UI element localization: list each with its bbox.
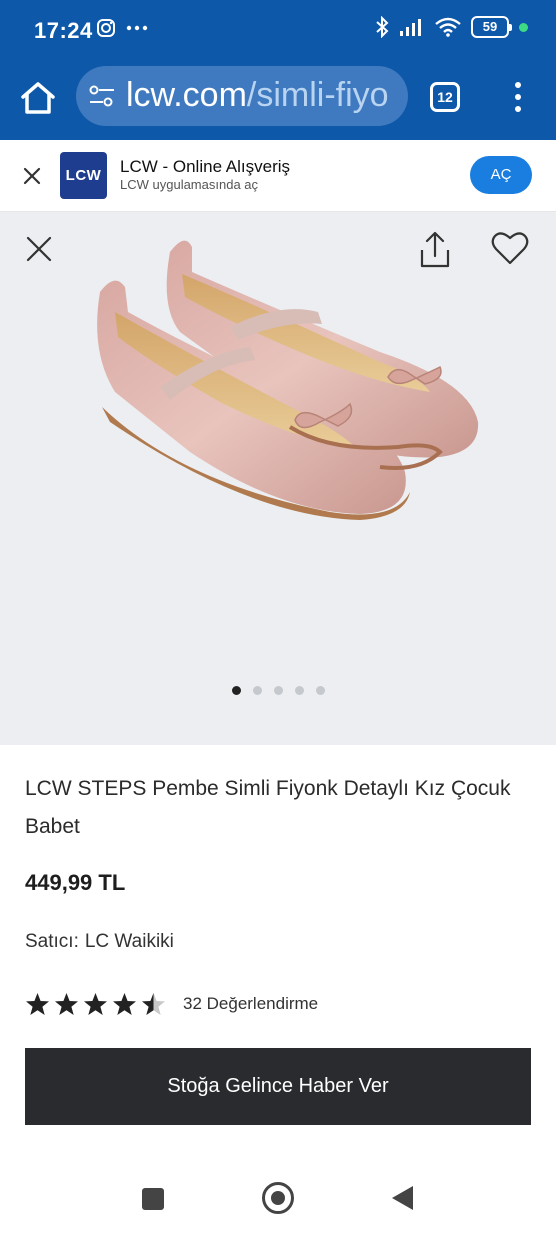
close-icon[interactable]: [20, 164, 44, 188]
browser-chrome: 17:24 59 lcw.com/simli-fiyo 12: [0, 0, 556, 140]
product-gallery[interactable]: [0, 212, 556, 745]
pagination-dot[interactable]: [231, 686, 241, 695]
address-bar[interactable]: lcw.com/simli-fiyo: [76, 66, 408, 126]
tab-switcher-button[interactable]: 12: [430, 82, 460, 112]
home-circle-icon[interactable]: [262, 1182, 294, 1214]
product-rating[interactable]: 32 Değerlendirme: [25, 991, 318, 1017]
star-icon: [84, 992, 107, 1015]
status-right-icons: 59: [375, 16, 528, 38]
pagination-dot[interactable]: [315, 686, 325, 695]
star-icon: [55, 992, 78, 1015]
bluetooth-icon: [376, 16, 389, 38]
product-image: [97, 240, 479, 520]
rating-stars: [25, 992, 166, 1017]
url-bar-row: lcw.com/simli-fiyo 12: [0, 60, 556, 138]
privacy-indicator: [519, 22, 528, 32]
share-icon[interactable]: [418, 230, 452, 270]
status-time: 17:24: [34, 18, 93, 43]
pagination-dot[interactable]: [252, 686, 262, 695]
status-left-icons: [96, 18, 148, 38]
seller-name-link[interactable]: LC Waikiki: [85, 931, 174, 952]
status-bar: 17:24 59: [0, 0, 556, 60]
star-icon: [26, 992, 49, 1015]
url-text[interactable]: lcw.com/simli-fiyo: [126, 76, 389, 115]
star-icon: [113, 992, 136, 1015]
site-settings-icon[interactable]: [88, 84, 116, 108]
star-icon: [142, 992, 165, 1015]
battery-icon: 59: [471, 16, 512, 38]
pagination-dot[interactable]: [273, 686, 283, 695]
seller-info: Satıcı: LC Waikiki: [25, 931, 174, 953]
notify-when-in-stock-button[interactable]: Stoğa Gelince Haber Ver: [25, 1048, 531, 1125]
back-triangle-icon[interactable]: [392, 1186, 413, 1210]
app-name: LCW - Online Alışveriş: [120, 157, 291, 176]
review-count[interactable]: 32 Değerlendirme: [183, 994, 318, 1014]
signal-icon: [400, 19, 421, 36]
more-icon: [126, 25, 148, 31]
product-title: LCW STEPS Pembe Simli Fiyonk Detaylı Kız…: [25, 777, 511, 838]
app-subtitle: LCW uygulamasında aç: [120, 177, 259, 192]
recent-apps-icon[interactable]: [142, 1188, 164, 1210]
instagram-icon: [97, 19, 115, 37]
open-app-button[interactable]: AÇ: [470, 156, 532, 194]
app-logo: LCW: [60, 152, 107, 199]
url-path: /simli-fiyo: [246, 76, 389, 114]
gallery-pagination: [0, 686, 556, 695]
close-gallery-icon[interactable]: [24, 234, 54, 264]
favorite-heart-icon[interactable]: [490, 230, 530, 266]
pagination-dot[interactable]: [294, 686, 304, 695]
home-icon[interactable]: [18, 78, 58, 118]
browser-menu-icon[interactable]: [510, 82, 526, 112]
product-price: 449,99 TL: [25, 870, 126, 895]
app-install-banner: LCW LCW - Online Alışveriş LCW uygulamas…: [0, 140, 556, 212]
system-navigation-bar: [0, 1160, 556, 1235]
seller-label: Satıcı:: [25, 931, 79, 952]
wifi-icon: [435, 17, 461, 37]
url-host: lcw.com: [126, 76, 247, 114]
